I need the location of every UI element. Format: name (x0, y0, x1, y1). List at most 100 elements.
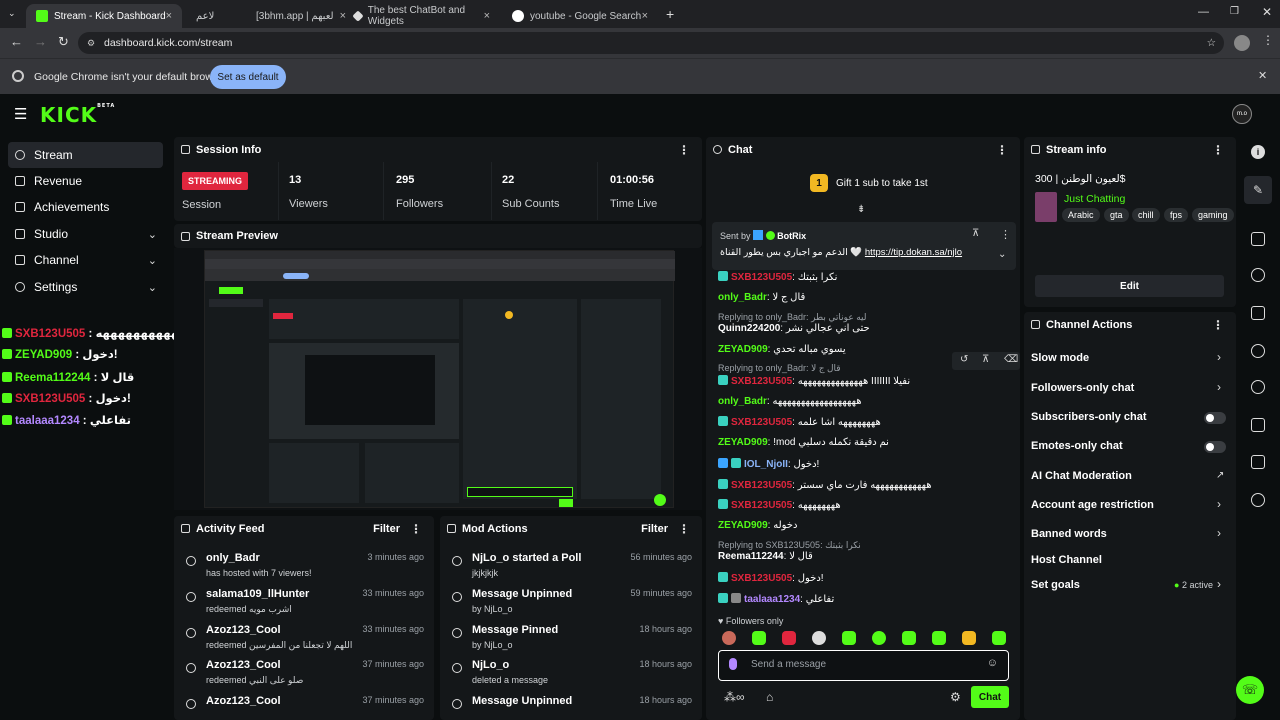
chat-input[interactable]: Send a message ☺ (718, 650, 1009, 681)
emote-icon[interactable] (992, 631, 1006, 645)
site-info-icon[interactable]: ⚙ (87, 32, 95, 54)
close-infobar-icon[interactable]: ✕ (1258, 69, 1267, 82)
document-icon[interactable] (1251, 306, 1265, 320)
support-chat-button[interactable]: ☏ (1236, 676, 1264, 704)
emote-icon[interactable] (872, 631, 886, 645)
window-close-button[interactable]: ✕ (1262, 5, 1272, 19)
more-options-icon[interactable]: ⋮ (996, 143, 1008, 157)
filter-button[interactable]: Filter (641, 523, 668, 535)
account-age-action[interactable]: Account age restriction (1031, 499, 1154, 511)
store-icon[interactable]: ⌂ (766, 690, 773, 704)
send-chat-button[interactable]: Chat (971, 686, 1009, 708)
target-icon[interactable] (1251, 232, 1265, 246)
tab-3bhm[interactable]: [3bhm.app | لعبهم × (246, 4, 346, 28)
sidebar-item-channel[interactable]: Channel ⌄ (8, 247, 163, 273)
emote-icon[interactable] (932, 631, 946, 645)
stream-preview-video[interactable] (174, 248, 702, 510)
set-goals-action[interactable]: Set goals (1031, 579, 1080, 591)
external-link-icon[interactable]: ↗ (1216, 470, 1224, 481)
emote-icon[interactable] (842, 631, 856, 645)
host-channel-action[interactable]: Host Channel (1031, 554, 1102, 566)
emote-icon[interactable] (902, 631, 916, 645)
pinned-link[interactable]: https://tip.dokan.sa/njlo (865, 247, 962, 258)
edit-stream-button[interactable]: Edit (1035, 275, 1224, 297)
more-options-icon[interactable]: ⋮ (1212, 318, 1224, 332)
chrome-menu-icon[interactable]: ⋮ (1262, 33, 1274, 47)
chevron-right-icon[interactable]: › (1217, 350, 1221, 364)
maximize-button[interactable]: ❐ (1230, 6, 1239, 17)
followers-only-action[interactable]: Followers-only chat (1031, 382, 1134, 394)
profile-avatar[interactable] (1234, 35, 1250, 51)
list-icon[interactable] (1251, 418, 1265, 432)
stream-tag[interactable]: gta (1104, 208, 1129, 222)
lightning-icon[interactable] (1251, 268, 1265, 282)
info-icon[interactable]: i (1251, 145, 1265, 159)
subscribers-only-toggle[interactable] (1204, 412, 1226, 424)
back-icon[interactable]: ← (10, 34, 23, 49)
stream-tag[interactable]: gaming (1192, 208, 1234, 222)
broadcast-icon[interactable] (1251, 380, 1265, 394)
sidebar-item-stream[interactable]: Stream (8, 142, 163, 168)
chat-bubble-icon[interactable] (1251, 344, 1265, 358)
stream-tag[interactable]: fps (1164, 208, 1189, 222)
close-tab-icon[interactable]: × (166, 10, 172, 22)
emoji-icon[interactable]: ☺ (987, 657, 998, 669)
chevron-right-icon[interactable]: › (1217, 380, 1221, 394)
chevron-right-icon[interactable]: › (1217, 526, 1221, 540)
url-input[interactable]: ⚙ dashboard.kick.com/stream ☆ (78, 32, 1224, 54)
more-options-icon[interactable]: ⋮ (1000, 228, 1011, 241)
close-tab-icon[interactable]: × (484, 10, 490, 22)
category-name[interactable]: Just Chatting (1064, 193, 1125, 205)
emote-icon[interactable] (752, 631, 766, 645)
filter-button[interactable]: Filter (373, 523, 400, 535)
more-options-icon[interactable]: ⋮ (678, 522, 690, 536)
emote-icon[interactable] (962, 631, 976, 645)
scroll-to-pinned-icon[interactable]: ⇟ (857, 204, 865, 215)
more-options-icon[interactable]: ⋮ (1212, 143, 1224, 157)
banned-words-action[interactable]: Banned words (1031, 528, 1107, 540)
sidebar-item-studio[interactable]: Studio ⌄ (8, 221, 163, 247)
tab-google-search[interactable]: youtube - Google Search × (502, 4, 658, 28)
kick-logo[interactable]: KICKBETA (40, 103, 115, 127)
minimize-button[interactable]: — (1198, 6, 1209, 18)
wrench-icon[interactable] (1251, 455, 1265, 469)
emote-icon[interactable] (812, 631, 826, 645)
bookmark-star-icon[interactable]: ☆ (1207, 32, 1216, 54)
sidebar-item-settings[interactable]: Settings ⌄ (8, 274, 163, 300)
tab-2[interactable]: ﻻﻋﻢ (186, 4, 236, 28)
hamburger-menu-icon[interactable]: ☰ (14, 105, 27, 123)
edit-pencil-icon[interactable]: ✎ (1244, 176, 1272, 204)
more-options-icon[interactable]: ⋮ (678, 143, 690, 157)
pin-icon[interactable]: ⊼ (972, 228, 979, 239)
chat-settings-gear-icon[interactable]: ⚙ (950, 690, 961, 704)
emote-icon[interactable] (782, 631, 796, 645)
emotes-only-toggle[interactable] (1204, 441, 1226, 453)
forward-icon[interactable]: → (34, 34, 47, 49)
new-tab-button[interactable]: + (666, 6, 674, 22)
chevron-down-icon[interactable]: ⌄ (998, 249, 1006, 260)
reply-icon[interactable]: ↺ (960, 354, 968, 365)
tab-chatbot[interactable]: The best ChatBot and Widgets × (344, 4, 500, 28)
slow-mode-action[interactable]: Slow mode (1031, 352, 1089, 364)
emote-icon[interactable] (722, 631, 736, 645)
sidebar-item-revenue[interactable]: Revenue (8, 168, 163, 194)
tab-search-icon[interactable]: ⌄ (8, 8, 18, 18)
close-tab-icon[interactable]: × (642, 10, 648, 22)
stream-tag[interactable]: Arabic (1062, 208, 1100, 222)
sidebar-item-achievements[interactable]: Achievements (8, 194, 163, 220)
chevron-right-icon[interactable]: › (1217, 497, 1221, 511)
ai-moderation-action[interactable]: AI Chat Moderation (1031, 470, 1132, 482)
trash-icon[interactable]: ⌫ (1004, 354, 1018, 365)
microphone-icon[interactable] (729, 658, 737, 670)
reload-icon[interactable]: ↻ (58, 34, 69, 50)
chat-extensions-icon[interactable]: ⁂∞ (724, 690, 745, 704)
stream-tag[interactable]: chill (1132, 208, 1160, 222)
pin-icon[interactable]: ⊼ (982, 354, 989, 365)
apps-icon[interactable] (1251, 493, 1265, 507)
user-avatar[interactable]: m.o (1232, 104, 1252, 124)
more-options-icon[interactable]: ⋮ (410, 522, 422, 536)
chevron-right-icon[interactable]: › (1217, 577, 1221, 591)
tab-kick-dashboard[interactable]: Stream - Kick Dashboard × (26, 4, 182, 28)
set-as-default-button[interactable]: Set as default (210, 65, 286, 89)
gift-sub-banner[interactable]: 1 Gift 1 sub to take 1st (810, 174, 928, 192)
